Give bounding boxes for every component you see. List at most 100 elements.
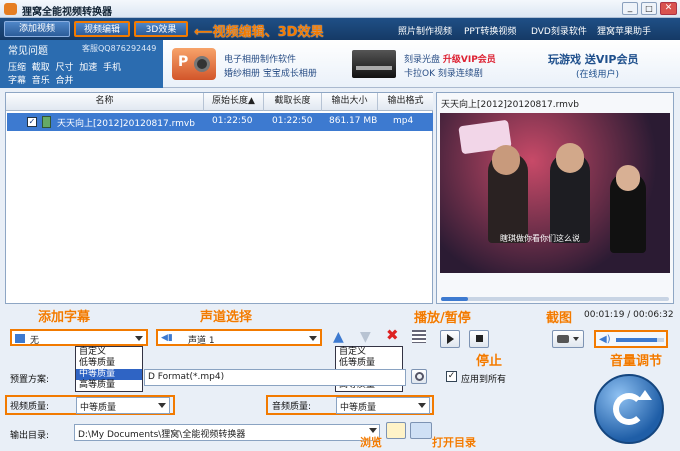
faq-row-2: 字幕 音乐 合并 bbox=[8, 73, 74, 86]
audio-track-select[interactable]: ◀▮ 声道 1 bbox=[156, 329, 322, 346]
promo-dvd-line1[interactable]: 刻录光盘 升级VIP会员 bbox=[404, 52, 496, 65]
dropdown-option[interactable]: 自定义 bbox=[76, 347, 142, 358]
dvd-drive-icon[interactable] bbox=[352, 50, 396, 78]
ppt-video-link[interactable]: PPT转换视频 bbox=[464, 24, 516, 37]
video-edit-button[interactable]: 视频编辑 bbox=[74, 21, 130, 37]
promo-game[interactable]: 玩游戏 送VIP会员 bbox=[548, 51, 639, 67]
output-path-input[interactable]: D:\My Documents\狸窝\全能视频转换器 bbox=[74, 424, 380, 441]
wrench-icon[interactable] bbox=[411, 369, 427, 384]
cell-orig-length: 01:22:50 bbox=[212, 116, 253, 126]
dropdown-option-selected[interactable]: 中等质量 bbox=[76, 369, 142, 380]
column-header-output-format[interactable]: 输出格式 bbox=[378, 93, 433, 111]
annotation-volume: 音量调节 bbox=[610, 354, 663, 369]
faq-link[interactable]: 加速 bbox=[79, 63, 97, 73]
promo-ppt-line1[interactable]: 电子相册制作软件 bbox=[224, 52, 296, 65]
column-header-orig-length[interactable]: 原始长度▲ bbox=[204, 93, 264, 111]
minimize-icon[interactable]: _ bbox=[622, 2, 638, 15]
video-quality-label: 视频质量: bbox=[10, 402, 50, 412]
video-file-icon bbox=[42, 116, 51, 128]
play-button[interactable] bbox=[440, 330, 460, 348]
speaker-icon: ◀▮ bbox=[161, 333, 173, 343]
audio-quality-select[interactable]: 中等质量 bbox=[336, 397, 430, 414]
apple-helper-link[interactable]: 狸窝苹果助手 bbox=[597, 24, 651, 37]
clear-list-icon[interactable] bbox=[412, 330, 426, 343]
dvd-burn-link[interactable]: DVD刻录软件 bbox=[531, 24, 587, 37]
cell-name: 天天向上[2012]20120817.rmvb bbox=[57, 119, 195, 129]
camera-icon bbox=[557, 335, 569, 343]
app-logo-icon bbox=[4, 3, 17, 15]
preset-select[interactable]: D Format(*.mp4) bbox=[144, 369, 406, 386]
ppt-logo-icon[interactable]: P bbox=[172, 48, 216, 80]
column-header-output-size[interactable]: 输出大小 bbox=[322, 93, 378, 111]
output-label: 输出目录: bbox=[10, 431, 50, 441]
maximize-icon[interactable]: □ bbox=[641, 2, 657, 15]
promo-ppt-line2[interactable]: 婚纱相册 宝宝成长相册 bbox=[224, 66, 317, 79]
convert-button[interactable] bbox=[594, 374, 664, 444]
vip-upgrade-link[interactable]: 升级VIP会员 bbox=[443, 55, 496, 65]
volume-control[interactable]: ◀) bbox=[594, 330, 668, 348]
promo-dvd-line2[interactable]: 卡拉OK 刻录连续剧 bbox=[404, 66, 483, 79]
faq-link[interactable]: 合并 bbox=[56, 76, 74, 86]
support-qq: 客服QQ876292449 bbox=[82, 44, 157, 53]
video-quality-options[interactable]: 自定义 低等质量 中等质量 高等质量 bbox=[75, 346, 143, 392]
subtitle-select[interactable]: 无 bbox=[10, 329, 148, 346]
annotation-audio: 声道选择 bbox=[200, 310, 253, 325]
cell-cut-length: 01:22:50 bbox=[272, 116, 313, 126]
faq-link[interactable]: 截取 bbox=[32, 63, 50, 73]
volume-level bbox=[616, 338, 657, 342]
row-checkbox[interactable]: ✓ bbox=[27, 117, 37, 127]
column-header-cut-length[interactable]: 截取长度 bbox=[264, 93, 322, 111]
volume-icon: ◀) bbox=[599, 334, 611, 345]
faq-link[interactable]: 压缩 bbox=[8, 63, 26, 73]
faq-title[interactable]: 常见问题 bbox=[8, 42, 48, 57]
dropdown-option[interactable]: 高等质量 bbox=[76, 380, 142, 391]
cell-output-size: 861.17 MB bbox=[329, 116, 378, 126]
video-frame[interactable]: 瞎琪做你看你们这么说 bbox=[440, 113, 670, 273]
chevron-down-icon bbox=[135, 336, 143, 341]
annotation-open-dir: 打开目录 bbox=[432, 436, 476, 449]
subtitle-icon bbox=[15, 334, 25, 343]
apply-all-checkbox[interactable]: ✓ bbox=[446, 371, 457, 382]
stop-button[interactable] bbox=[469, 330, 489, 348]
open-folder-icon[interactable] bbox=[410, 422, 432, 439]
app-window: 狸窝全能视频转换器 _ □ ✕ 添加视频 视频编辑 3D效果 ⟵视频编辑、3D效… bbox=[0, 0, 680, 451]
add-video-button[interactable]: 添加视频 bbox=[4, 21, 70, 37]
preset-value: D Format(*.mp4) bbox=[148, 372, 225, 382]
preset-label: 预置方案: bbox=[10, 375, 50, 385]
chevron-down-icon bbox=[573, 337, 579, 341]
dropdown-option[interactable]: 低等质量 bbox=[336, 358, 402, 369]
faq-link[interactable]: 尺寸 bbox=[56, 63, 74, 73]
faq-row-1: 压缩 截取 尺寸 加速 手机 bbox=[8, 60, 121, 73]
subtitle-value: 无 bbox=[30, 336, 40, 346]
faq-link[interactable]: 音乐 bbox=[32, 76, 50, 86]
annotation-screenshot: 截图 bbox=[546, 311, 573, 326]
faq-link[interactable]: 手机 bbox=[103, 63, 121, 73]
title-bar: 狸窝全能视频转换器 _ □ ✕ bbox=[0, 0, 680, 18]
browse-folder-icon[interactable] bbox=[386, 422, 406, 439]
delete-icon[interactable]: ✖ bbox=[386, 328, 399, 343]
faq-link[interactable]: 字幕 bbox=[8, 76, 26, 86]
time-readout: 00:01:19 / 00:06:32 bbox=[584, 310, 674, 320]
audio-quality-value: 中等质量 bbox=[340, 403, 377, 413]
video-subtitle: 瞎琪做你看你们这么说 bbox=[500, 234, 580, 243]
snapshot-button[interactable] bbox=[552, 330, 584, 348]
move-up-icon[interactable]: ▲ bbox=[333, 330, 344, 344]
photo-video-link[interactable]: 照片制作视频 bbox=[398, 24, 452, 37]
dropdown-option[interactable]: 自定义 bbox=[336, 347, 402, 358]
annotation-edit: ⟵视频编辑、3D效果 bbox=[194, 25, 324, 40]
dropdown-option[interactable]: 低等质量 bbox=[76, 358, 142, 369]
toolbar: 添加视频 视频编辑 3D效果 ⟵视频编辑、3D效果 照片制作视频 PPT转换视频… bbox=[0, 18, 680, 40]
preview-panel: 天天向上[2012]20120817.rmvb 瞎琪做你看你们这么说 bbox=[436, 92, 674, 304]
file-list[interactable]: 名称 原始长度▲ 截取长度 输出大小 输出格式 ✓ 天天向上[2012]2012… bbox=[5, 92, 433, 304]
column-header-name[interactable]: 名称 bbox=[6, 93, 204, 111]
seek-track[interactable] bbox=[441, 297, 669, 301]
table-row[interactable]: ✓ 天天向上[2012]20120817.rmvb 01:22:50 01:22… bbox=[7, 113, 433, 131]
preview-filename: 天天向上[2012]20120817.rmvb bbox=[441, 100, 579, 110]
annotation-subtitle: 添加字幕 bbox=[38, 310, 91, 325]
video-quality-select[interactable]: 中等质量 bbox=[76, 397, 170, 414]
3d-effect-button[interactable]: 3D效果 bbox=[134, 21, 188, 37]
close-icon[interactable]: ✕ bbox=[660, 2, 677, 15]
move-down-icon[interactable]: ▼ bbox=[360, 330, 371, 344]
chevron-down-icon[interactable] bbox=[369, 428, 377, 433]
output-path-value: D:\My Documents\狸窝\全能视频转换器 bbox=[78, 430, 246, 440]
